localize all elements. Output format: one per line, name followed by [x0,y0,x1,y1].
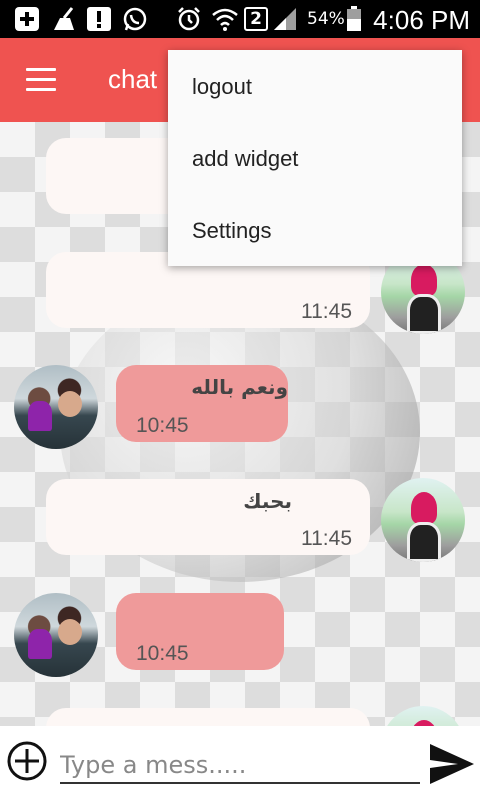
alarm-icon [176,5,202,33]
toolbar-title: chat [108,64,158,94]
battery-percent: 54% [307,9,345,29]
battery-icon [346,5,362,33]
menu-item-logout[interactable]: logout [192,74,252,100]
avatar[interactable] [14,593,98,677]
avatar[interactable] [381,706,465,726]
message-text: ونعم بالله [191,375,288,399]
add-attachment-icon[interactable] [6,740,48,782]
send-icon[interactable] [428,740,476,788]
message-bubble [46,708,370,726]
message-time: 10:45 [136,642,189,665]
alert-icon [86,5,112,33]
menu-item-settings[interactable]: Settings [192,218,272,244]
overflow-menu: logout add widget Settings [168,50,462,266]
sim-icon: 2 [244,5,268,33]
signal-icon [272,5,298,33]
status-bar: 2 54% 4:06 PM [0,0,480,38]
message-time: 11:45 [301,527,352,550]
message-bubble: ونعم بالله 10:45 [116,365,288,442]
message-text: بحبك [243,489,292,513]
wifi-icon [211,5,239,33]
menu-item-add-widget[interactable]: add widget [192,146,298,172]
sim-label: 2 [244,7,268,31]
message-bubble: بحبك 11:45 [46,479,370,555]
clock: 4:06 PM [373,5,470,35]
cleaner-icon [50,5,76,33]
hamburger-icon[interactable] [26,68,56,92]
add-box-icon [14,5,40,33]
avatar[interactable] [381,478,465,562]
message-composer [0,726,480,800]
avatar[interactable] [14,365,98,449]
message-time: 11:45 [301,300,352,323]
message-input[interactable] [60,748,420,784]
whatsapp-icon [122,5,148,33]
message-bubble: 10:45 [116,593,284,670]
message-time: 10:45 [136,414,189,437]
